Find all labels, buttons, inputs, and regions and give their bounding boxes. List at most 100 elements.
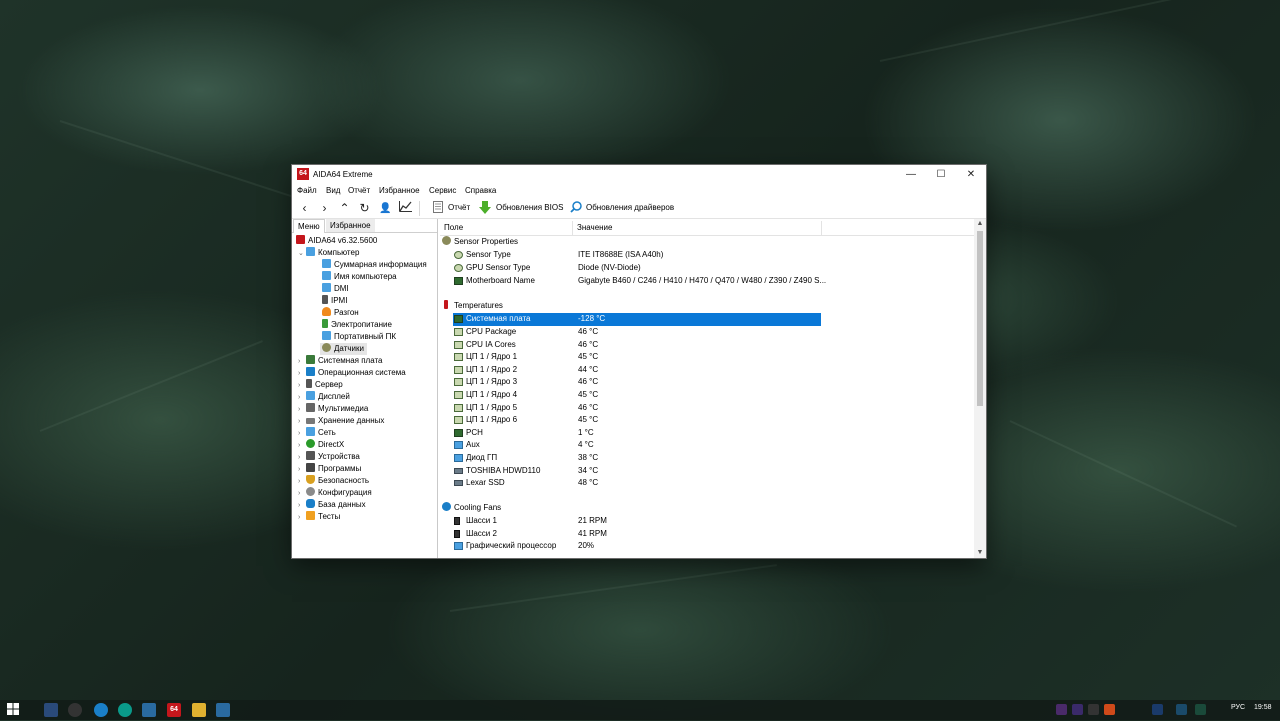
minimize-button[interactable]: —	[896, 165, 926, 184]
app-icon[interactable]	[142, 703, 156, 717]
table-row[interactable]: ЦП 1 / Ядро 6 45 °C	[453, 414, 821, 427]
table-row[interactable]: ЦП 1 / Ядро 4 45 °C	[453, 389, 821, 402]
maximize-button[interactable]: ☐	[926, 165, 956, 184]
tree-item-motherboard[interactable]: › Системная плата	[298, 355, 383, 367]
tree-item-computer-name[interactable]: Имя компьютера	[322, 271, 397, 283]
clock[interactable]: 19:58	[1254, 704, 1272, 711]
refresh-icon[interactable]: ↻	[357, 201, 372, 216]
after-effects-icon[interactable]	[1072, 704, 1083, 715]
user-icon[interactable]: 👤	[378, 201, 393, 216]
tree-item-display[interactable]: › Дисплей	[298, 391, 350, 403]
tree-item-laptop[interactable]: Портативный ПК	[322, 331, 396, 343]
chevron-up-icon[interactable]: ⌃	[337, 201, 352, 216]
chevron-right-icon[interactable]: ›	[317, 201, 332, 216]
table-row[interactable]: Aux 4 °C	[453, 439, 821, 452]
chevron-right-icon[interactable]: ›	[298, 512, 306, 524]
tree-item-computer[interactable]: ⌄ Компьютер	[298, 247, 359, 259]
monitor-icon	[454, 441, 463, 450]
premiere-icon[interactable]	[1056, 704, 1067, 715]
audition-icon[interactable]	[1195, 704, 1206, 715]
tree-item-storage[interactable]: › Хранение данных	[298, 415, 384, 427]
chevron-down-icon[interactable]: ⌄	[298, 248, 306, 260]
bios-update-icon[interactable]	[477, 201, 492, 216]
tree-label: Безопасность	[318, 476, 370, 485]
table-row[interactable]: PCH 1 °C	[453, 427, 821, 440]
scroll-up-icon[interactable]: ▲	[974, 219, 986, 229]
tab-favorites[interactable]: Избранное	[326, 219, 375, 232]
tree-item-dmi[interactable]: DMI	[322, 283, 349, 295]
scrollbar-thumb[interactable]	[977, 231, 983, 406]
edge-icon[interactable]	[118, 703, 132, 717]
scroll-down-icon[interactable]: ▼	[974, 548, 986, 558]
tree-item-devices[interactable]: › Устройства	[298, 451, 360, 463]
brave-icon[interactable]	[1104, 704, 1115, 715]
column-header-field[interactable]: Поле	[444, 221, 573, 235]
tree-item-os[interactable]: › Операционная система	[298, 367, 406, 379]
tree-item-directx[interactable]: › DirectX	[298, 439, 344, 451]
bios-update-button[interactable]: Обновления BIOS	[496, 203, 563, 212]
menu-favorites[interactable]: Избранное	[379, 186, 420, 195]
table-row[interactable]: TOSHIBA HDWD110 34 °C	[453, 465, 821, 478]
report-button[interactable]: Отчёт	[448, 203, 470, 212]
tree-item-database[interactable]: › База данных	[298, 499, 366, 511]
lightroom-icon[interactable]	[1176, 704, 1187, 715]
vertical-scrollbar[interactable]: ▲ ▼	[974, 219, 986, 558]
table-row[interactable]: Sensor Type ITE IT8688E (ISA A40h)	[453, 249, 821, 262]
table-row[interactable]: Lexar SSD 48 °C	[453, 477, 821, 490]
tree-item-multimedia[interactable]: › Мультимедиа	[298, 403, 368, 415]
table-row[interactable]: Motherboard Name Gigabyte B460 / C246 / H…	[453, 275, 826, 288]
close-button[interactable]: ✕	[956, 165, 986, 184]
table-row-selected[interactable]: Системная плата -128 °C	[453, 313, 821, 326]
tree-item-summary[interactable]: Суммарная информация	[322, 259, 427, 271]
menu-report[interactable]: Отчёт	[348, 186, 370, 195]
app-icon[interactable]	[68, 703, 82, 717]
tree-item-sensors[interactable]: Датчики	[320, 343, 367, 355]
row-value: 45 °C	[578, 390, 599, 399]
tab-menu[interactable]: Меню	[293, 219, 325, 233]
app-icon[interactable]	[1088, 704, 1099, 715]
table-row[interactable]: GPU Sensor Type Diode (NV-Diode)	[453, 262, 821, 275]
powershell-icon[interactable]	[44, 703, 58, 717]
menu-help[interactable]: Справка	[465, 186, 496, 195]
language-indicator[interactable]: РУС	[1231, 704, 1245, 711]
table-row[interactable]: Диод ГП 38 °C	[453, 452, 821, 465]
tree-item-config[interactable]: › Конфигурация	[298, 487, 372, 499]
tree-item-security[interactable]: › Безопасность	[298, 475, 369, 487]
title-bar[interactable]: 64 AIDA64 Extreme — ☐ ✕	[292, 165, 986, 184]
tree-label: Сеть	[318, 428, 336, 437]
browser-icon[interactable]	[94, 703, 108, 717]
menu-file[interactable]: Файл	[297, 186, 317, 195]
table-row[interactable]: ЦП 1 / Ядро 5 46 °C	[453, 402, 821, 415]
column-header-value[interactable]: Значение	[577, 221, 822, 235]
photoshop-icon[interactable]	[1152, 704, 1163, 715]
menu-view[interactable]: Вид	[326, 186, 340, 195]
tree-item-software[interactable]: › Программы	[298, 463, 361, 475]
tree-item-ipmi[interactable]: IPMI	[322, 295, 347, 307]
tree-item-network[interactable]: › Сеть	[298, 427, 336, 439]
chart-line-icon[interactable]	[398, 201, 413, 216]
table-row[interactable]: CPU Package 46 °C	[453, 326, 821, 339]
driver-update-button[interactable]: Обновления драйверов	[586, 203, 674, 212]
tree-item-overclock[interactable]: Разгон	[322, 307, 359, 319]
driver-search-icon[interactable]	[568, 201, 583, 216]
tree-item-tests[interactable]: › Тесты	[298, 511, 340, 523]
tree-root[interactable]: AIDA64 v6.32.5600	[296, 235, 377, 247]
table-row[interactable]: Шасси 2 41 RPM	[453, 528, 821, 541]
table-row[interactable]: CPU IA Cores 46 °C	[453, 339, 821, 352]
chevron-left-icon[interactable]: ‹	[297, 201, 312, 216]
aida64-taskbar-icon[interactable]: 64	[167, 703, 181, 717]
windows-start-icon[interactable]	[6, 703, 20, 717]
table-row[interactable]: ЦП 1 / Ядро 1 45 °C	[453, 351, 821, 364]
row-value: 34 °C	[578, 465, 599, 475]
menu-service[interactable]: Сервис	[429, 186, 456, 195]
tree-label: База данных	[318, 500, 366, 509]
tree-item-server[interactable]: › Сервер	[298, 379, 343, 391]
folder-icon[interactable]	[192, 703, 206, 717]
table-row[interactable]: Шасси 1 21 RPM	[453, 515, 821, 528]
tree-item-power[interactable]: Электропитание	[322, 319, 392, 331]
table-row[interactable]: ЦП 1 / Ядро 3 46 °C	[453, 376, 821, 389]
app-icon[interactable]	[216, 703, 230, 717]
report-icon[interactable]	[430, 201, 445, 216]
table-row[interactable]: Графический процессор 20%	[453, 540, 821, 553]
table-row[interactable]: ЦП 1 / Ядро 2 44 °C	[453, 364, 821, 377]
